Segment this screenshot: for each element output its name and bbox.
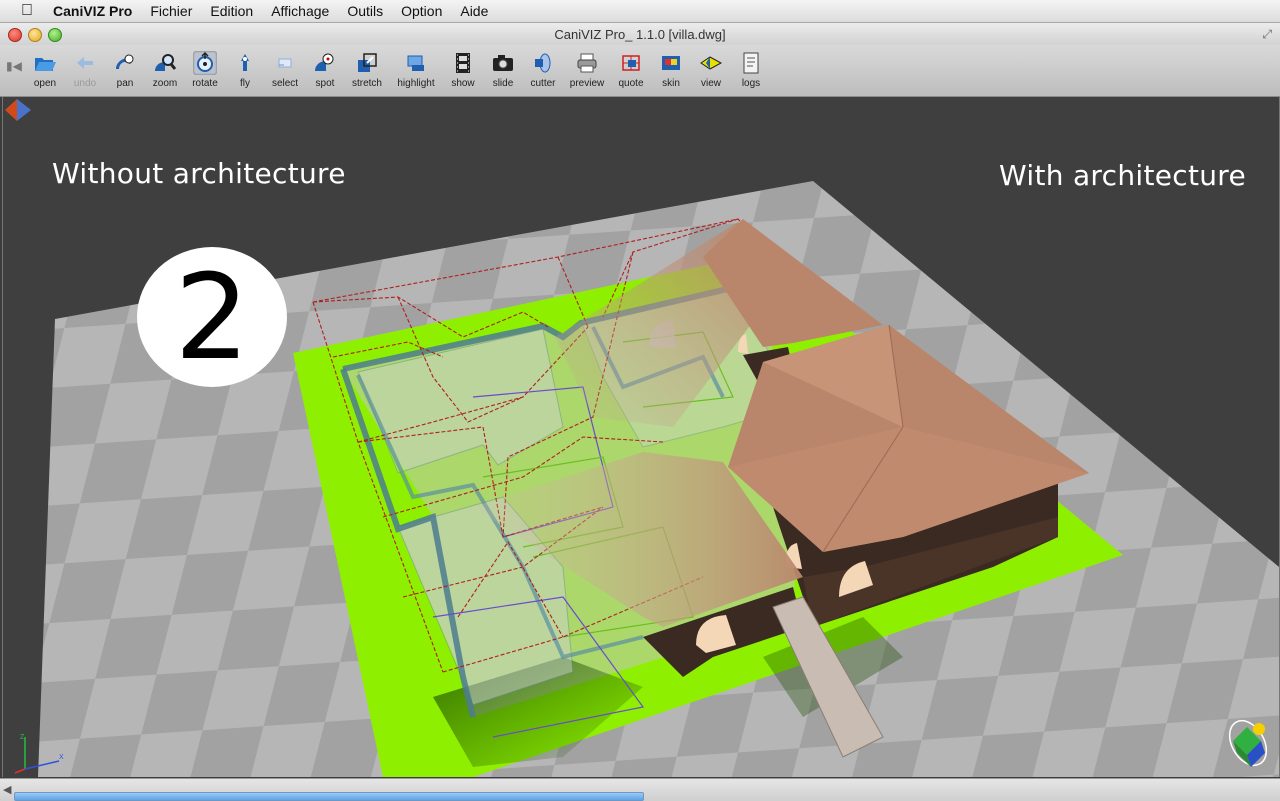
fly-label: fly <box>240 78 250 89</box>
select-button[interactable]: select <box>263 51 307 89</box>
caption-without-architecture: Without architecture <box>52 157 346 190</box>
menu-edition[interactable]: Edition <box>201 0 262 22</box>
menu-aide[interactable]: Aide <box>451 0 497 22</box>
undo-arrow-icon <box>77 57 93 69</box>
spot-label: spot <box>315 78 335 89</box>
quote-icon <box>622 55 640 71</box>
toolbar-first-icon[interactable]: ▮◀ <box>6 59 22 73</box>
open-button[interactable]: open <box>23 51 67 89</box>
status-bar: ◀ <box>0 778 1280 801</box>
undo-button[interactable]: undo <box>63 51 107 89</box>
pan-label: pan <box>116 78 134 89</box>
preview-button[interactable]: preview <box>565 51 609 89</box>
svg-text:X: X <box>59 754 64 761</box>
quote-label: quote <box>618 78 644 89</box>
cutter-button[interactable]: cutter <box>521 51 565 89</box>
pan-hand-icon <box>116 54 134 69</box>
spot-button[interactable]: spot <box>303 51 347 89</box>
skin-label: skin <box>662 78 680 89</box>
pan-button[interactable]: pan <box>103 51 147 89</box>
skin-icon <box>662 56 680 70</box>
magnifier-icon <box>155 54 177 71</box>
menu-outils[interactable]: Outils <box>338 0 392 22</box>
rotate-label: rotate <box>192 78 218 89</box>
quote-button[interactable]: quote <box>609 51 653 89</box>
zoom-button[interactable]: zoom <box>143 51 187 89</box>
zoom-label: zoom <box>152 78 178 89</box>
preview-label: preview <box>569 78 605 89</box>
show-label: show <box>451 78 475 89</box>
main-toolbar: ▮◀ open undo pan zoom rotate fly select … <box>0 45 1280 97</box>
highlight-button[interactable]: highlight <box>394 51 438 89</box>
film-strip-icon <box>456 53 470 73</box>
svg-text:Z: Z <box>20 734 25 741</box>
camera-icon <box>493 55 513 71</box>
menu-option[interactable]: Option <box>392 0 451 22</box>
select-icon <box>278 58 292 68</box>
step-number-badge: 2 <box>137 247 287 387</box>
skin-button[interactable]: skin <box>649 51 693 89</box>
3d-viewport[interactable]: Without architecture With architecture 2… <box>2 97 1280 777</box>
folder-open-icon <box>35 58 56 71</box>
select-label: select <box>271 78 299 89</box>
fullscreen-icon[interactable]: ⤢ <box>1262 27 1272 42</box>
minimize-window-button[interactable] <box>28 28 42 42</box>
slide-label: slide <box>492 78 514 89</box>
view-label: view <box>700 78 721 89</box>
highlight-label: highlight <box>397 78 435 89</box>
cutter-label: cutter <box>530 78 556 89</box>
stretch-label: stretch <box>351 78 382 89</box>
window-title: CaniVIZ Pro_ 1.1.0 [villa.dwg] <box>554 26 726 42</box>
view-button[interactable]: view <box>689 51 733 89</box>
cutter-icon <box>535 53 551 73</box>
menu-affichage[interactable]: Affichage <box>262 0 338 22</box>
spot-icon <box>315 53 334 71</box>
axes-gizmo-icon: Z X <box>14 734 64 774</box>
fly-icon <box>241 54 249 71</box>
window-title-bar: CaniVIZ Pro_ 1.1.0 [villa.dwg] ⤢ <box>0 23 1280 45</box>
stretch-icon <box>358 53 377 72</box>
fly-button[interactable]: fly <box>223 51 267 89</box>
highlight-icon <box>407 55 424 71</box>
menu-fichier[interactable]: Fichier <box>141 0 201 22</box>
logs-icon <box>743 52 759 74</box>
printer-icon <box>577 53 597 73</box>
zoom-window-button[interactable] <box>48 28 62 42</box>
show-button[interactable]: show <box>441 51 485 89</box>
logs-label: logs <box>741 78 761 89</box>
menu-app-name[interactable]: CaniVIZ Pro <box>44 0 141 22</box>
open-label: open <box>33 78 57 89</box>
close-window-button[interactable] <box>8 28 22 42</box>
status-scroll-left-icon[interactable]: ◀ <box>3 783 11 796</box>
rotate-icon <box>193 51 217 75</box>
menu-bar:  CaniVIZ Pro Fichier Edition Affichage … <box>0 0 1280 23</box>
view-icon <box>700 56 723 70</box>
rotate-button[interactable]: rotate <box>183 51 227 89</box>
apple-menu-icon[interactable]:  <box>14 2 40 20</box>
villa-scene[interactable] <box>3 97 1279 777</box>
undo-label: undo <box>73 78 97 89</box>
stretch-button[interactable]: stretch <box>345 51 389 89</box>
caption-with-architecture: With architecture <box>999 159 1246 192</box>
slide-button[interactable]: slide <box>481 51 525 89</box>
navigation-cube-icon[interactable] <box>1221 713 1275 769</box>
app-logo-icon <box>5 99 31 121</box>
logs-button[interactable]: logs <box>729 51 773 89</box>
